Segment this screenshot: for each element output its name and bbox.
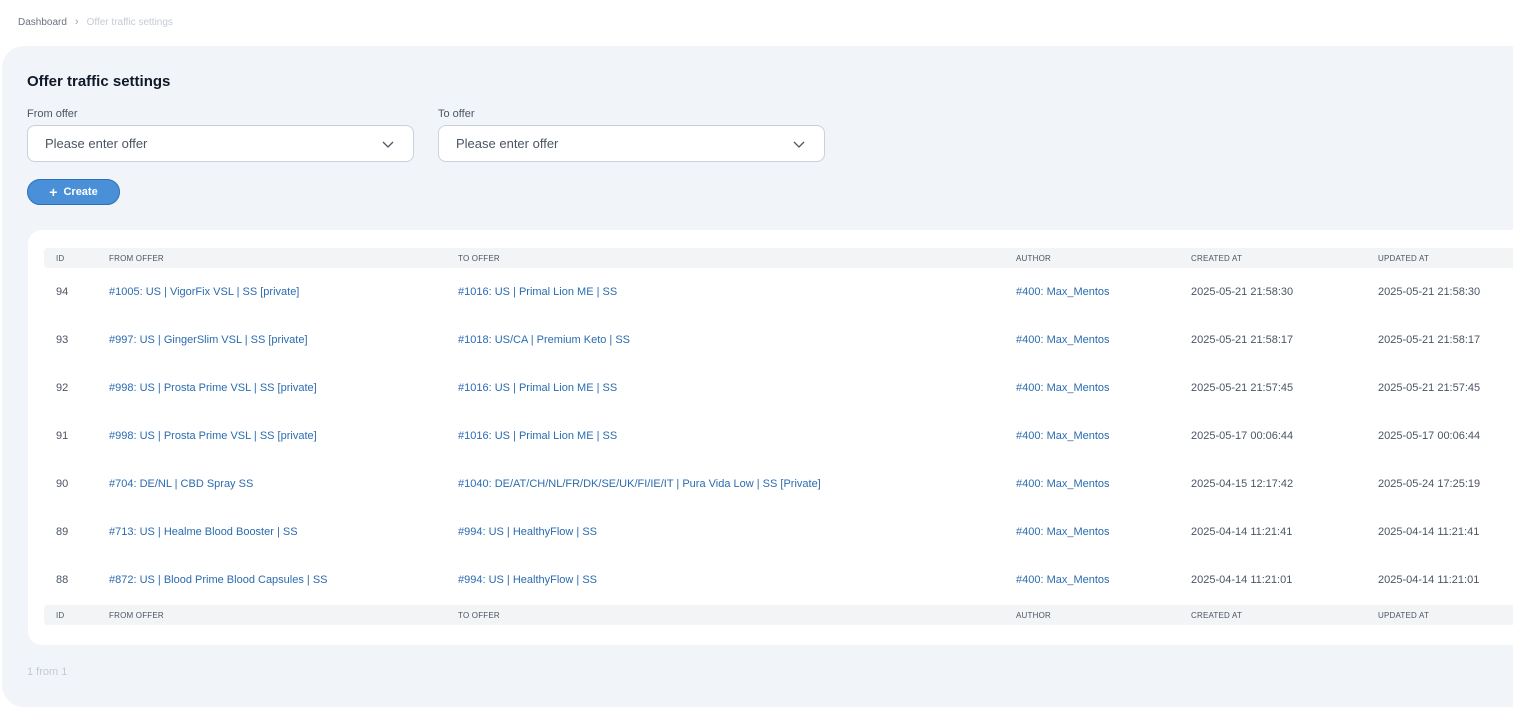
cell-created-at: 2025-05-21 21:58:17 <box>1191 334 1294 346</box>
cell-created-at: 2025-05-21 21:58:30 <box>1191 286 1294 298</box>
column-header-from-offer: FROM OFFER <box>109 254 164 263</box>
cell-created-at: 2025-05-17 00:06:44 <box>1191 430 1294 442</box>
cell-id: 92 <box>56 382 69 394</box>
cell-created-at: 2025-05-21 21:57:45 <box>1191 382 1294 394</box>
table-row: 88 #872: US | Blood Prime Blood Capsules … <box>44 556 1513 604</box>
column-header-author: AUTHOR <box>1016 254 1051 263</box>
chevron-right-icon: › <box>74 16 79 28</box>
cell-id: 94 <box>56 286 69 298</box>
from-offer-field: From offer Please enter offer <box>27 108 414 162</box>
cell-from-offer-link[interactable]: #704: DE/NL | CBD Spray SS <box>109 460 253 508</box>
main-panel: Offer traffic settings From offer Please… <box>2 46 1513 707</box>
chevron-down-icon <box>793 141 805 148</box>
cell-to-offer-link[interactable]: #1016: US | Primal Lion ME | SS <box>458 364 617 412</box>
column-header-created-at: CREATED AT <box>1191 254 1243 263</box>
column-footer-id: ID <box>56 611 65 620</box>
chevron-down-icon <box>382 141 394 148</box>
from-offer-placeholder: Please enter offer <box>45 136 148 151</box>
table-row: 90 #704: DE/NL | CBD Spray SS #1040: DE/AT… <box>44 460 1513 508</box>
create-button[interactable]: + Create <box>27 179 120 205</box>
cell-updated-at: 2025-05-21 21:58:17 <box>1378 334 1481 346</box>
cell-updated-at: 2025-04-14 11:21:41 <box>1378 526 1480 538</box>
cell-to-offer-link[interactable]: #994: US | HealthyFlow | SS <box>458 508 597 556</box>
cell-from-offer-link[interactable]: #997: US | GingerSlim VSL | SS [private] <box>109 316 308 364</box>
cell-from-offer-link[interactable]: #872: US | Blood Prime Blood Capsules | … <box>109 556 328 604</box>
cell-updated-at: 2025-05-17 00:06:44 <box>1378 430 1481 442</box>
cell-created-at: 2025-04-14 11:21:01 <box>1191 574 1293 586</box>
cell-to-offer-link[interactable]: #1016: US | Primal Lion ME | SS <box>458 268 617 316</box>
table-row: 91 #998: US | Prosta Prime VSL | SS [priv… <box>44 412 1513 460</box>
plus-icon: + <box>49 184 58 200</box>
cell-to-offer-link[interactable]: #1018: US/CA | Premium Keto | SS <box>458 316 630 364</box>
cell-to-offer-link[interactable]: #994: US | HealthyFlow | SS <box>458 556 597 604</box>
column-header-to-offer: TO OFFER <box>458 254 500 263</box>
breadcrumb-current: Offer traffic settings <box>86 16 173 28</box>
cell-author-link[interactable]: #400: Max_Mentos <box>1016 460 1110 508</box>
cell-author-link[interactable]: #400: Max_Mentos <box>1016 364 1110 412</box>
column-footer-from-offer: FROM OFFER <box>109 611 164 620</box>
cell-from-offer-link[interactable]: #713: US | Healme Blood Booster | SS <box>109 508 298 556</box>
breadcrumb-dashboard-link[interactable]: Dashboard <box>18 17 67 28</box>
column-footer-author: AUTHOR <box>1016 611 1051 620</box>
to-offer-field: To offer Please enter offer <box>438 108 825 162</box>
cell-updated-at: 2025-05-21 21:57:45 <box>1378 382 1481 394</box>
cell-created-at: 2025-04-14 11:21:41 <box>1191 526 1293 538</box>
to-offer-label: To offer <box>438 108 475 120</box>
cell-id: 90 <box>56 478 69 490</box>
cell-id: 89 <box>56 526 69 538</box>
table-header: ID FROM OFFER TO OFFER AUTHOR CREATED AT… <box>44 248 1513 268</box>
cell-author-link[interactable]: #400: Max_Mentos <box>1016 268 1110 316</box>
column-footer-created-at: CREATED AT <box>1191 611 1243 620</box>
pagination-info: 1 from 1 <box>27 666 68 678</box>
to-offer-select[interactable]: Please enter offer <box>438 125 825 162</box>
column-footer-to-offer: TO OFFER <box>458 611 500 620</box>
cell-id: 91 <box>56 430 69 442</box>
from-offer-label: From offer <box>27 108 78 120</box>
cell-id: 88 <box>56 574 69 586</box>
table-row: 92 #998: US | Prosta Prime VSL | SS [priv… <box>44 364 1513 412</box>
cell-updated-at: 2025-05-21 21:58:30 <box>1378 286 1481 298</box>
traffic-settings-table: ID FROM OFFER TO OFFER AUTHOR CREATED AT… <box>28 230 1513 645</box>
cell-to-offer-link[interactable]: #1016: US | Primal Lion ME | SS <box>458 412 617 460</box>
table-row: 94 #1005: US | VigorFix VSL | SS [private… <box>44 268 1513 316</box>
cell-updated-at: 2025-05-24 17:25:19 <box>1378 478 1481 490</box>
cell-author-link[interactable]: #400: Max_Mentos <box>1016 556 1110 604</box>
cell-author-link[interactable]: #400: Max_Mentos <box>1016 508 1110 556</box>
to-offer-placeholder: Please enter offer <box>456 136 559 151</box>
cell-from-offer-link[interactable]: #998: US | Prosta Prime VSL | SS [privat… <box>109 364 317 412</box>
table-footer-header: ID FROM OFFER TO OFFER AUTHOR CREATED AT… <box>44 605 1513 625</box>
cell-from-offer-link[interactable]: #998: US | Prosta Prime VSL | SS [privat… <box>109 412 317 460</box>
from-offer-select[interactable]: Please enter offer <box>27 125 414 162</box>
page-title: Offer traffic settings <box>27 73 171 90</box>
cell-from-offer-link[interactable]: #1005: US | VigorFix VSL | SS [private] <box>109 268 299 316</box>
cell-author-link[interactable]: #400: Max_Mentos <box>1016 412 1110 460</box>
column-header-updated-at: UPDATED AT <box>1378 254 1430 263</box>
cell-author-link[interactable]: #400: Max_Mentos <box>1016 316 1110 364</box>
column-footer-updated-at: UPDATED AT <box>1378 611 1430 620</box>
cell-id: 93 <box>56 334 69 346</box>
cell-to-offer-link[interactable]: #1040: DE/AT/CH/NL/FR/DK/SE/UK/FI/IE/IT … <box>458 460 821 508</box>
column-header-id: ID <box>56 254 65 263</box>
cell-updated-at: 2025-04-14 11:21:01 <box>1378 574 1480 586</box>
cell-created-at: 2025-04-15 12:17:42 <box>1191 478 1294 490</box>
table-row: 93 #997: US | GingerSlim VSL | SS [privat… <box>44 316 1513 364</box>
breadcrumb: Dashboard › Offer traffic settings <box>18 16 173 28</box>
create-button-label: Create <box>63 186 98 198</box>
table-row: 89 #713: US | Healme Blood Booster | SS #9… <box>44 508 1513 556</box>
